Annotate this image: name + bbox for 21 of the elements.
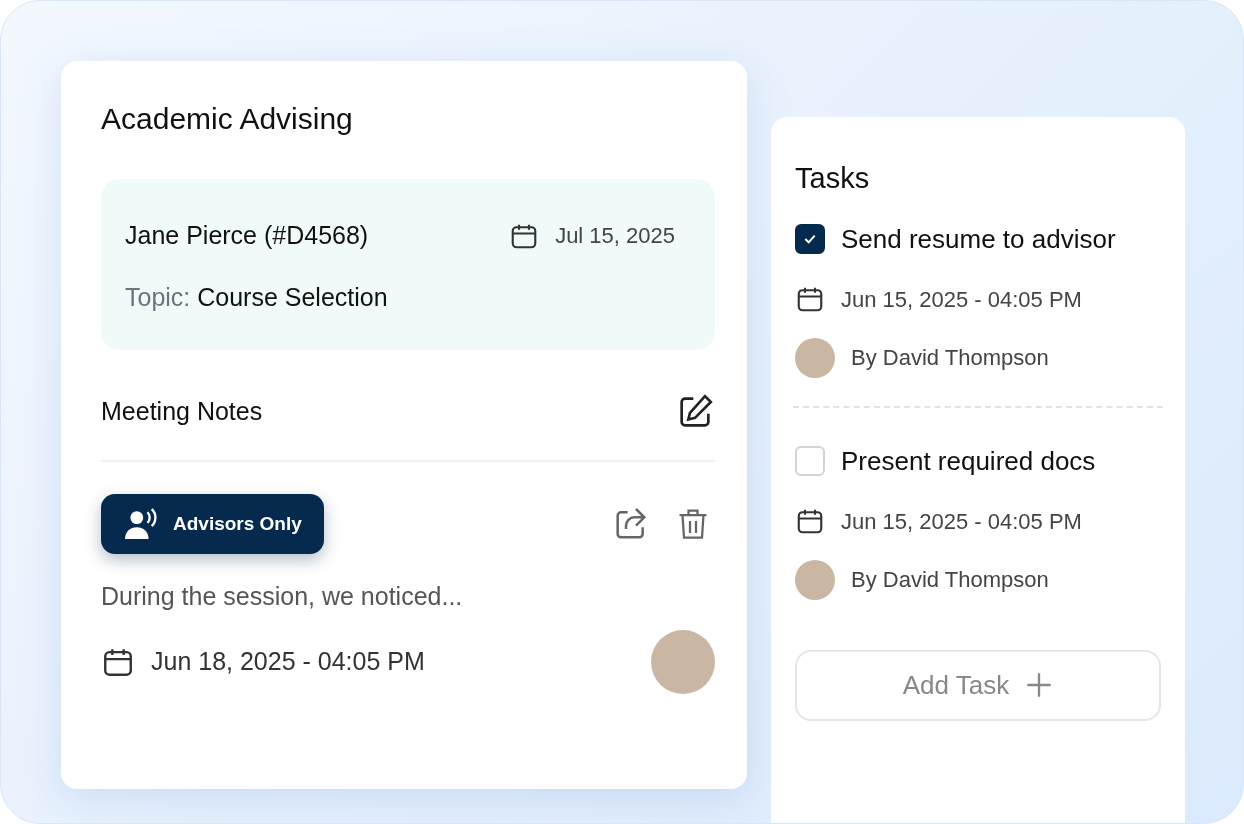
card-title: Academic Advising — [101, 101, 354, 137]
task-title: Send resume to advisor — [841, 222, 1116, 256]
plus-icon — [1025, 671, 1054, 700]
add-task-button[interactable]: Add Task — [795, 649, 1161, 721]
topic-text: Topic: Course Selection — [125, 281, 389, 313]
task-datetime: Jun 15, 2025 - 04:05 PM — [841, 285, 1082, 314]
tasks-title: Tasks — [795, 161, 871, 196]
task-title: Present required docs — [841, 444, 1096, 478]
student-name: Jane Pierce (#D4568) — [125, 220, 369, 251]
task-author: By David Thompson — [851, 344, 1049, 373]
avatar — [795, 337, 835, 378]
advisors-only-button[interactable]: Advisors Only — [101, 494, 324, 554]
note-datetime: Jun 18, 2025 - 04:05 PM — [151, 645, 425, 677]
section-title: Meeting Notes — [101, 396, 263, 428]
speaking-person-icon — [123, 508, 157, 540]
task-datetime: Jun 15, 2025 - 04:05 PM — [841, 507, 1082, 536]
avatar — [795, 559, 835, 600]
task-checkbox[interactable] — [795, 224, 825, 255]
session-date: Jul 15, 2025 — [555, 222, 675, 251]
task-author: By David Thompson — [851, 566, 1049, 595]
note-text: During the session, we noticed... — [101, 581, 464, 612]
